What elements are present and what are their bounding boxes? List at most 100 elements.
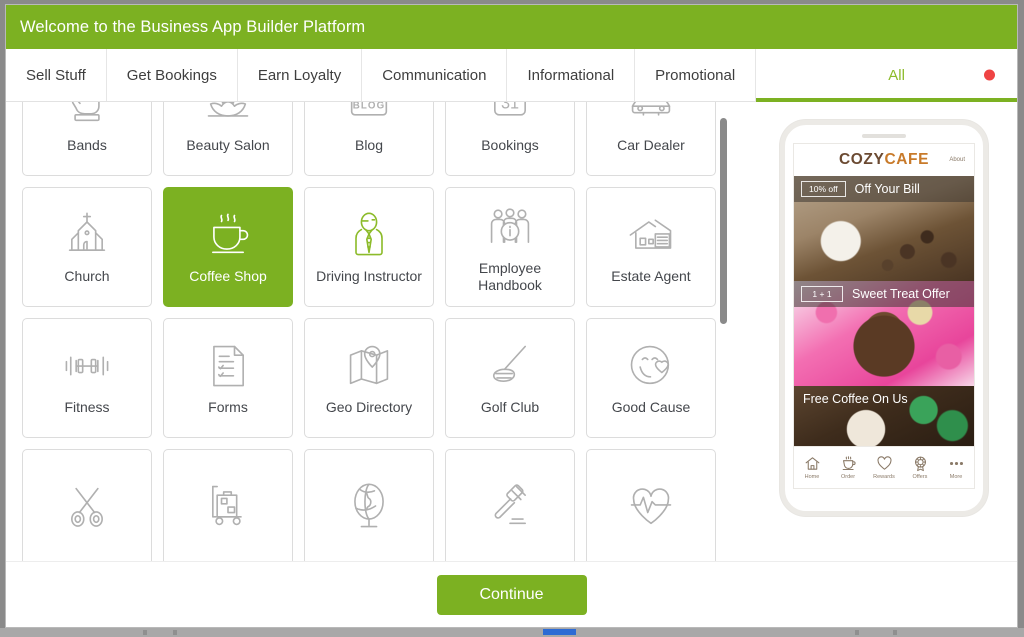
phone-nav-item-order[interactable]: Order: [830, 455, 866, 480]
instructor-icon: [341, 209, 397, 261]
app-type-tile-label: Car Dealer: [617, 137, 685, 154]
app-type-tile[interactable]: [304, 449, 434, 561]
scrollbar-notch-mid: [173, 630, 177, 635]
app-type-tile[interactable]: Golf Club: [445, 318, 575, 438]
app-type-tile[interactable]: Car Dealer: [586, 102, 716, 176]
app-type-tile-label: Driving Instructor: [316, 268, 422, 285]
app-type-tile[interactable]: BLOG Blog: [304, 102, 434, 176]
phone-nav-item-offers[interactable]: Offers: [902, 455, 938, 480]
tab-label: All: [888, 66, 905, 84]
app-type-tile[interactable]: Employee Handbook: [445, 187, 575, 307]
app-type-tile[interactable]: Fitness: [22, 318, 152, 438]
tab-earn-loyalty[interactable]: Earn Loyalty: [238, 49, 363, 101]
globe-icon: [341, 480, 397, 532]
app-type-tile[interactable]: [445, 449, 575, 561]
scrollbar-notch-left: [143, 630, 147, 635]
main-content: Bands Beauty Salon BLOG Blog 31 Bookings Car D…: [6, 102, 1017, 561]
brand-part-one: COZY: [838, 151, 885, 168]
title-bar: Welcome to the Business App Builder Plat…: [6, 5, 1017, 49]
app-type-tile-label: Bookings: [481, 137, 539, 154]
offer-card-1-title: Off Your Bill: [854, 182, 920, 196]
app-type-tile[interactable]: [22, 449, 152, 561]
ellipsis-icon: [948, 455, 965, 472]
golf-club-icon: [482, 340, 538, 392]
app-type-tile-label: Bands: [67, 137, 107, 154]
app-type-tile[interactable]: Bands: [22, 102, 152, 176]
gavel-icon: [482, 480, 538, 532]
phone-brand-logo: COZYCAFE: [839, 151, 929, 169]
app-type-tile[interactable]: Driving Instructor: [304, 187, 434, 307]
ribbon-badge-icon: [912, 455, 929, 472]
offer-card-1[interactable]: 10% off Off Your Bill: [794, 176, 974, 281]
tab-label: Get Bookings: [126, 66, 217, 84]
people-info-icon: [482, 201, 538, 253]
app-type-tile-label: Forms: [208, 399, 248, 416]
smiley-heart-icon: [623, 340, 679, 392]
phone-nav-item-more[interactable]: More: [938, 455, 974, 480]
calendar-31-icon: 31: [482, 102, 538, 130]
app-type-tile-label: Beauty Salon: [186, 137, 270, 154]
offer-card-2[interactable]: 1 + 1 Sweet Treat Offer: [794, 281, 974, 386]
scissors-icon: [59, 480, 115, 532]
tab-communication[interactable]: Communication: [362, 49, 508, 101]
offer-card-2-chip: 1 + 1: [801, 285, 843, 303]
app-type-tile-label: Geo Directory: [325, 399, 413, 416]
heartbeat-icon: [623, 480, 679, 532]
offer-card-3[interactable]: Free Coffee On Us: [794, 386, 974, 446]
app-type-tile[interactable]: [163, 449, 293, 561]
luggage-cart-icon: [200, 480, 256, 532]
app-type-tile[interactable]: Forms: [163, 318, 293, 438]
app-type-tile[interactable]: Church: [22, 187, 152, 307]
app-type-grid-panel: Bands Beauty Salon BLOG Blog 31 Bookings Car D…: [6, 102, 751, 561]
app-type-tile[interactable]: Good Cause: [586, 318, 716, 438]
phone-about-link[interactable]: About: [949, 157, 965, 163]
grid-vertical-scrollbar[interactable]: [720, 118, 727, 324]
svg-text:BLOG: BLOG: [353, 102, 386, 112]
app-type-tile-label: Employee Handbook: [478, 260, 542, 293]
church-icon: [59, 209, 115, 261]
tab-informational[interactable]: Informational: [507, 49, 636, 101]
offer-card-3-title: Free Coffee On Us: [803, 392, 908, 406]
tab-get-bookings[interactable]: Get Bookings: [107, 49, 238, 101]
offer-card-1-chip: 10% off: [801, 180, 846, 198]
offer-card-2-title: Sweet Treat Offer: [852, 287, 950, 301]
horizontal-scrollbar-thumb[interactable]: [543, 629, 576, 635]
phone-mockup: COZYCAFE About 10% off Off Your Bill 1 +…: [780, 120, 988, 516]
app-type-tile[interactable]: 31 Bookings: [445, 102, 575, 176]
app-type-tile[interactable]: Estate Agent: [586, 187, 716, 307]
offer-card-3-bar: Free Coffee On Us: [794, 386, 974, 412]
phone-nav-label: Offers: [912, 474, 928, 480]
phone-nav-item-rewards[interactable]: Rewards: [866, 455, 902, 480]
app-type-tile[interactable]: [586, 449, 716, 561]
dumbbell-icon: [59, 340, 115, 392]
app-type-tile[interactable]: Coffee Shop: [163, 187, 293, 307]
horizontal-scrollbar[interactable]: [0, 628, 1024, 637]
phone-screen: COZYCAFE About 10% off Off Your Bill 1 +…: [793, 143, 975, 489]
tab-all[interactable]: All: [756, 49, 1017, 102]
app-type-tile[interactable]: Beauty Salon: [163, 102, 293, 176]
tab-promotional[interactable]: Promotional: [635, 49, 757, 101]
phone-nav-item-home[interactable]: Home: [794, 455, 830, 480]
phone-bottom-nav: Home Order Rewards Offers More: [794, 446, 974, 488]
app-type-tile-label: Golf Club: [480, 399, 540, 416]
phone-nav-label: Order: [840, 474, 856, 480]
map-pin-icon: [341, 340, 397, 392]
svg-text:31: 31: [501, 102, 519, 113]
tab-sell-stuff[interactable]: Sell Stuff: [6, 49, 107, 101]
app-type-grid: Bands Beauty Salon BLOG Blog 31 Bookings Car D…: [22, 102, 716, 561]
app-type-tile-label: Blog: [354, 137, 384, 154]
scrollbar-notch-right-a: [855, 630, 859, 635]
continue-button[interactable]: Continue: [436, 574, 587, 615]
tab-notification-dot: [984, 69, 995, 81]
blog-icon: BLOG: [341, 102, 397, 130]
phone-nav-label: Home: [804, 474, 820, 480]
category-tab-bar: Sell Stuff Get Bookings Earn Loyalty Commun…: [6, 49, 1017, 102]
phone-app-header: COZYCAFE About: [794, 144, 974, 176]
offer-card-2-bar: 1 + 1 Sweet Treat Offer: [794, 281, 974, 307]
phone-nav-label: Rewards: [873, 474, 895, 480]
tab-label: Earn Loyalty: [257, 66, 342, 84]
app-window: Welcome to the Business App Builder Plat…: [5, 4, 1018, 628]
phone-preview-panel: COZYCAFE About 10% off Off Your Bill 1 +…: [751, 102, 1017, 561]
app-type-tile[interactable]: Geo Directory: [304, 318, 434, 438]
tab-label: Communication: [382, 66, 487, 84]
